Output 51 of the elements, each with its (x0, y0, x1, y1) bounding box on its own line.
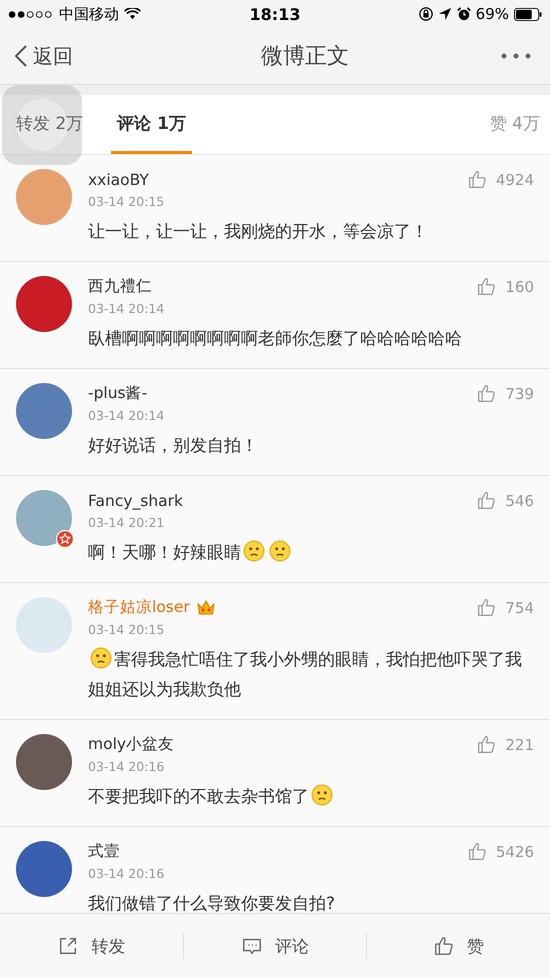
username[interactable]: 式壹 (88, 841, 120, 862)
thumbs-up-icon (476, 597, 498, 618)
battery-icon (514, 8, 542, 20)
thumbs-up-icon (466, 841, 488, 862)
rotation-lock-icon (418, 7, 433, 21)
comment-time: 03-14 20:16 (88, 866, 166, 881)
comment-text: 好好说话，别发自拍！ (88, 435, 259, 458)
assistive-touch-button[interactable] (2, 85, 82, 165)
tab[interactable]: 转发 2万 (16, 95, 84, 154)
comment-text: 不要把我吓的不敢去杂书馆了 (88, 782, 534, 812)
emoji-face-icon (243, 540, 265, 562)
comment-text: 臥槽啊啊啊啊啊啊啊啊老師你怎麼了哈哈哈哈哈哈 (88, 328, 463, 351)
carrier-name: 中国移动 (59, 4, 119, 24)
comment-time: 03-14 20:15 (88, 622, 166, 637)
username[interactable]: xxiaoBY (88, 170, 149, 188)
page-title: 微博正文 (261, 43, 349, 71)
back-button[interactable]: 返回 (15, 42, 73, 70)
comment-text: 害得我急忙唔住了我小外甥的眼睛，我怕把他吓哭了我姐姐还以为我欺负他 (88, 645, 534, 705)
thumbs-up-icon (476, 734, 498, 755)
thumbs-up-icon (433, 935, 456, 957)
username[interactable]: Fancy_shark (88, 492, 184, 510)
comment-text: 我们做错了什么导致你要发自拍? (88, 893, 336, 913)
username[interactable]: -plus酱- (88, 383, 148, 404)
comment-time: 03-14 20:15 (88, 194, 166, 209)
emoji-face-icon (311, 784, 333, 806)
username[interactable]: 西九禮仁 (88, 276, 152, 297)
thumbs-up-icon (466, 169, 488, 190)
comment-time: 03-14 20:14 (88, 301, 166, 316)
crown-icon (196, 598, 216, 616)
location-arrow-icon (438, 7, 452, 21)
wifi-icon (124, 8, 141, 20)
share-button[interactable]: 转发 (0, 914, 183, 978)
comment-text: 啊！天哪！好辣眼睛 (88, 538, 534, 568)
comment-time: 03-14 20:14 (88, 408, 166, 423)
emoji-face-icon (269, 540, 291, 562)
comment-time: 03-14 20:21 (88, 515, 166, 530)
emoji-face-icon (90, 647, 112, 669)
signal-icon (8, 10, 54, 18)
comment-time: 03-14 20:16 (88, 759, 166, 774)
username[interactable]: moly小盆友 (88, 734, 174, 755)
alarm-clock-icon (456, 7, 471, 21)
thumbs-up-icon (476, 383, 498, 404)
like-button[interactable]: 赞 (367, 914, 550, 978)
chevron-left-icon (15, 45, 27, 67)
more-icon (501, 53, 531, 59)
comment-text: 让一让，让一让，我刚烧的开水，等会凉了！ (88, 221, 429, 244)
thumbs-up-icon (476, 490, 498, 511)
status-time: 18:13 (250, 4, 300, 24)
thumbs-up-icon (476, 276, 498, 297)
comment-button[interactable]: 评论 (184, 914, 366, 978)
battery-percent: 69% (476, 5, 509, 23)
